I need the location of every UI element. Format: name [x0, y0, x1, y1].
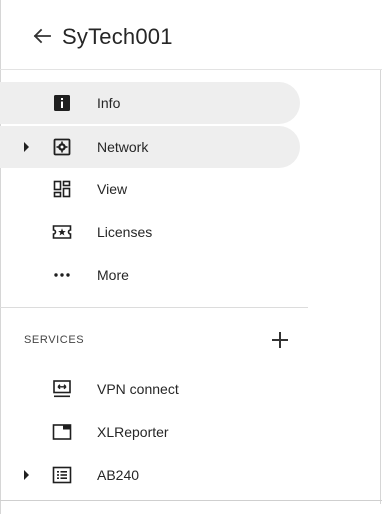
section-divider — [0, 307, 308, 308]
panel-separator — [380, 70, 381, 504]
window-icon — [52, 422, 72, 442]
service-item-xlreporter[interactable]: XLReporter — [0, 411, 300, 453]
service-item-label: XLReporter — [97, 424, 169, 440]
nav-item-label: View — [97, 181, 128, 197]
service-item-label: AB240 — [97, 467, 140, 483]
dashboard-view-icon — [52, 179, 72, 199]
back-button[interactable] — [30, 24, 54, 48]
expand-caret-icon[interactable] — [24, 142, 29, 152]
info-icon — [52, 93, 72, 113]
more-dots-icon — [52, 265, 72, 285]
services-section-label: SERVICES — [24, 334, 85, 346]
expand-caret-icon[interactable] — [24, 470, 29, 480]
page-title: SyTech001 — [62, 24, 173, 49]
list-icon — [52, 465, 72, 485]
nav-item-label: Info — [97, 95, 121, 111]
nav-item-view[interactable]: View — [0, 168, 300, 210]
network-settings-icon — [52, 137, 72, 157]
nav-item-label: More — [97, 267, 129, 283]
nav-item-network[interactable]: Network — [0, 126, 300, 168]
service-item-ab240[interactable]: AB240 — [0, 454, 300, 496]
header: SyTech001 — [0, 0, 382, 70]
nav-item-label: Network — [97, 139, 149, 155]
service-item-vpn-connect[interactable]: VPN connect — [0, 368, 300, 410]
license-ticket-icon — [52, 222, 72, 242]
device-sidebar-page: SyTech001 Info Network View Licenses Mor… — [0, 0, 382, 514]
vpn-monitor-icon — [52, 379, 72, 399]
nav-item-licenses[interactable]: Licenses — [0, 211, 300, 253]
nav-item-label: Licenses — [97, 224, 153, 240]
bottom-border — [0, 500, 382, 501]
nav-item-more[interactable]: More — [0, 254, 300, 296]
nav-item-info[interactable]: Info — [0, 82, 300, 124]
arrow-left-icon — [33, 28, 51, 44]
service-item-label: VPN connect — [97, 381, 179, 397]
add-service-button[interactable] — [270, 330, 290, 350]
